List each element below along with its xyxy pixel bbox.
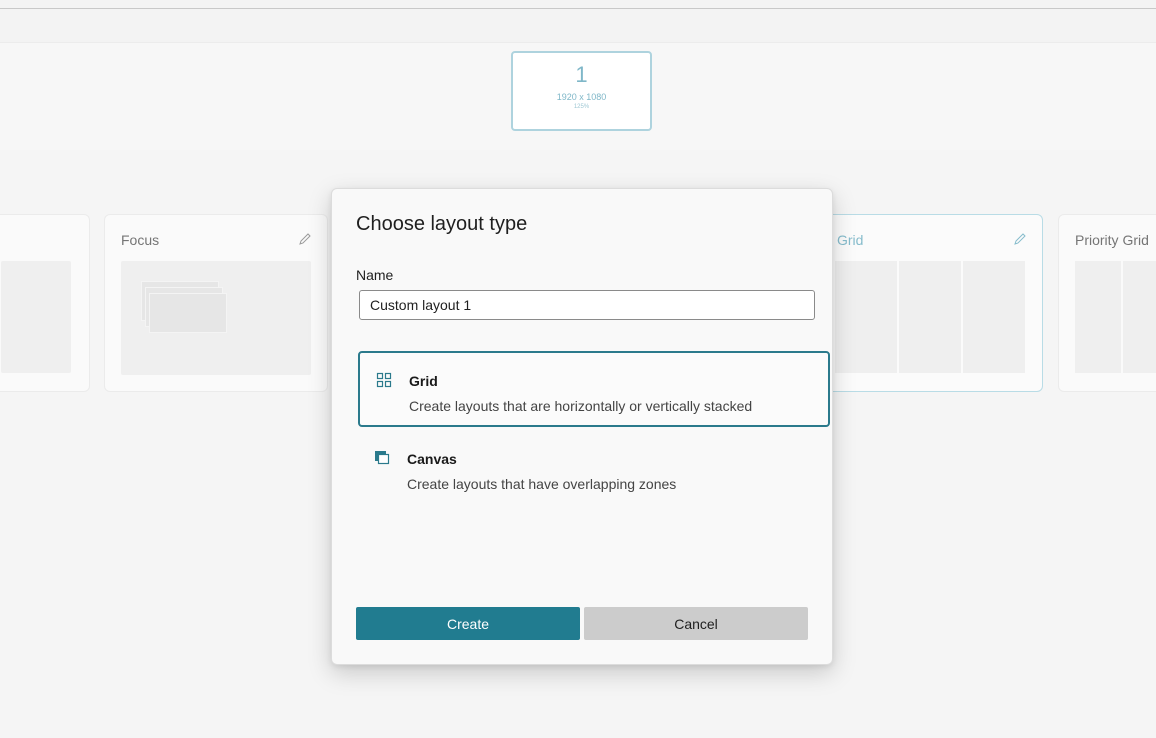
focus-zone	[149, 293, 227, 333]
option-title: Grid	[409, 373, 438, 389]
grid-zone	[1075, 261, 1121, 373]
layout-card-priority-grid[interactable]: Priority Grid	[1058, 214, 1156, 392]
create-button[interactable]: Create	[356, 607, 580, 640]
layout-card-focus[interactable]: Focus	[104, 214, 328, 392]
canvas-icon	[374, 450, 390, 466]
layout-preview-focus	[121, 261, 311, 375]
option-title: Canvas	[407, 451, 457, 467]
edit-icon[interactable]	[297, 231, 313, 247]
layout-card-partial[interactable]	[0, 214, 90, 392]
layout-preview-grid	[835, 261, 1025, 373]
grid-zone	[963, 261, 1025, 373]
name-input[interactable]	[359, 290, 815, 320]
top-divider	[0, 8, 1156, 9]
layout-preview	[1, 261, 71, 373]
monitor-scale: 125%	[573, 104, 590, 110]
layout-title-focus: Focus	[121, 232, 160, 248]
edit-icon[interactable]	[1012, 231, 1028, 247]
name-label: Name	[356, 267, 394, 283]
grid-zone	[1123, 261, 1156, 373]
grid-zone	[835, 261, 897, 373]
option-description: Create layouts that have overlapping zon…	[407, 476, 677, 492]
grid-icon	[376, 372, 392, 388]
layout-preview-priority-grid	[1075, 261, 1156, 373]
option-grid[interactable]: Grid Create layouts that are horizontall…	[358, 351, 830, 427]
option-canvas[interactable]: Canvas Create layouts that have overlapp…	[358, 431, 830, 507]
layout-title-grid: Grid	[837, 232, 864, 248]
monitor-card[interactable]: 1 1920 x 1080 125%	[511, 51, 652, 131]
layout-title-priority-grid: Priority Grid	[1075, 232, 1149, 248]
choose-layout-dialog: Choose layout type Name Grid Create layo…	[331, 188, 833, 665]
grid-zone	[899, 261, 961, 373]
layout-card-grid[interactable]: Grid	[820, 214, 1043, 392]
option-description: Create layouts that are horizontally or …	[409, 398, 753, 414]
cancel-button[interactable]: Cancel	[584, 607, 808, 640]
dialog-title: Choose layout type	[356, 213, 528, 235]
monitor-resolution: 1920 x 1080	[556, 92, 607, 102]
monitor-number: 1	[575, 62, 588, 87]
